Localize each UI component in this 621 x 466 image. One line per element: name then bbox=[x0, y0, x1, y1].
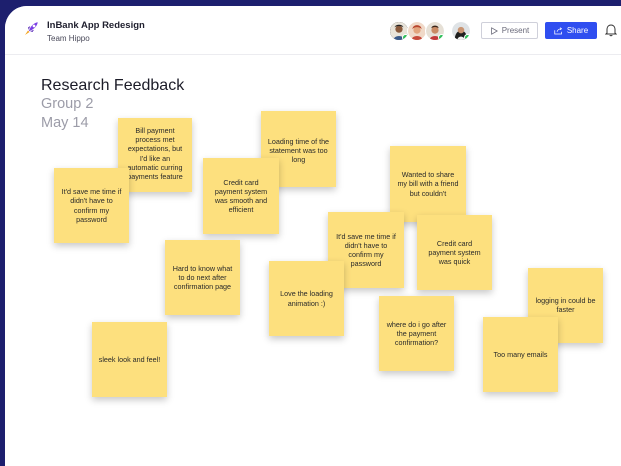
sticky-note-text: Too many emails bbox=[493, 349, 548, 359]
sticky-note[interactable]: Bill payment process met expectations, b… bbox=[118, 118, 192, 192]
sticky-note-text: where do i go after the payment confirma… bbox=[386, 319, 447, 348]
sticky-note-text: Credit card payment system was quick bbox=[428, 238, 481, 267]
sticky-note-text: Wanted to share my bill with a friend bu… bbox=[397, 170, 459, 198]
bell-icon[interactable] bbox=[605, 23, 617, 37]
share-button-label: Share bbox=[566, 26, 589, 35]
board-date: May 14 bbox=[41, 115, 89, 131]
sticky-note[interactable]: Wanted to share my bill with a friend bu… bbox=[390, 146, 466, 222]
top-bar: InBank App Redesign Team Hippo Present S… bbox=[5, 6, 621, 55]
avatar[interactable] bbox=[407, 21, 427, 41]
avatar[interactable] bbox=[425, 21, 445, 41]
share-icon bbox=[554, 26, 562, 34]
sticky-note[interactable]: Hard to know what to do next after confi… bbox=[165, 240, 240, 315]
sticky-note[interactable]: where do i go after the payment confirma… bbox=[379, 296, 454, 371]
team-name: Team Hippo bbox=[47, 34, 90, 43]
sticky-note-text: Love the loading animation :) bbox=[280, 289, 333, 308]
app-window: InBank App Redesign Team Hippo Present S… bbox=[5, 6, 621, 466]
share-button[interactable]: Share bbox=[545, 22, 597, 39]
sticky-note-text: It'd save me time if didn't have to conf… bbox=[61, 187, 122, 224]
rocket-icon[interactable] bbox=[22, 20, 40, 38]
avatar[interactable] bbox=[389, 21, 409, 41]
sticky-note[interactable]: Love the loading animation :) bbox=[269, 261, 344, 336]
sticky-note-text: logging in could be faster bbox=[535, 296, 596, 315]
present-button-label: Present bbox=[501, 26, 530, 35]
app-title: InBank App Redesign bbox=[47, 20, 145, 31]
online-status-dot bbox=[464, 34, 470, 40]
board-group: Group 2 bbox=[41, 96, 94, 112]
sticky-note[interactable]: Credit card payment system was quick bbox=[417, 215, 492, 290]
play-icon bbox=[490, 26, 498, 35]
avatar-face-icon bbox=[408, 22, 426, 40]
present-button[interactable]: Present bbox=[481, 22, 538, 39]
avatar[interactable] bbox=[451, 21, 471, 41]
sticky-note[interactable]: Credit card payment system was smooth an… bbox=[203, 158, 279, 234]
board-title: Research Feedback bbox=[41, 77, 185, 94]
sticky-note[interactable]: Too many emails bbox=[483, 317, 558, 392]
sticky-note-text: Bill payment process met expectations, b… bbox=[127, 126, 183, 182]
sticky-note[interactable]: sleek look and feel! bbox=[92, 322, 167, 397]
sticky-note-text: Hard to know what to do next after confi… bbox=[172, 263, 233, 292]
sticky-note[interactable]: It'd save me time if didn't have to conf… bbox=[54, 168, 129, 243]
online-status-dot bbox=[438, 34, 444, 40]
sticky-note-text: sleek look and feel! bbox=[98, 354, 161, 364]
sticky-note-text: Credit card payment system was smooth an… bbox=[214, 177, 268, 215]
